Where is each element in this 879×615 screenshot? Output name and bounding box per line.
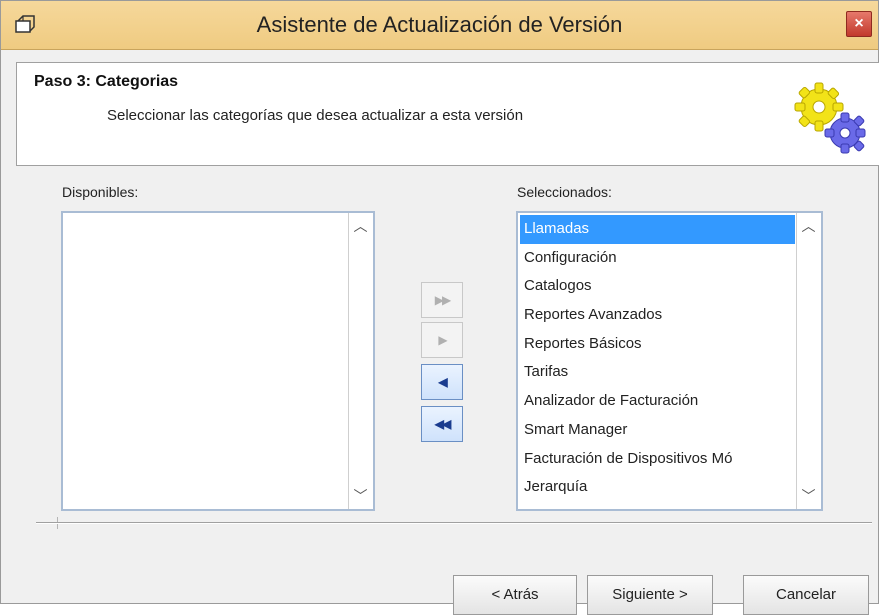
list-item[interactable]: Configuración xyxy=(520,244,795,273)
step-description: Seleccionar las categorías que desea act… xyxy=(107,107,524,124)
selected-listbox[interactable]: Llamadas Configuración Catalogos Reporte… xyxy=(516,211,823,511)
gears-icon xyxy=(794,82,866,154)
wizard-header: Paso 3: Categorias Seleccionar las categ… xyxy=(16,62,879,166)
selected-items: Llamadas Configuración Catalogos Reporte… xyxy=(520,215,795,502)
add-all-button[interactable]: ▶▶ xyxy=(421,282,463,318)
selected-label: Seleccionados: xyxy=(517,184,612,200)
scroll-down-icon[interactable]: ﹀ xyxy=(797,483,820,509)
available-scrollbar[interactable]: ︿ ﹀ xyxy=(348,213,373,509)
list-item[interactable]: Reportes Básicos xyxy=(520,330,795,359)
list-item[interactable]: Tarifas xyxy=(520,358,795,387)
close-button[interactable]: × xyxy=(846,11,872,37)
window-title: Asistente de Actualización de Versión xyxy=(256,12,623,37)
footer-separator xyxy=(36,522,872,524)
list-item[interactable]: Llamadas xyxy=(520,215,795,244)
list-item[interactable]: Smart Manager xyxy=(520,416,795,445)
remove-button[interactable]: ◀ xyxy=(421,364,463,400)
step-title: Paso 3: Categorias xyxy=(34,73,179,90)
back-button[interactable]: < Atrás xyxy=(453,575,577,615)
scroll-up-icon[interactable]: ︿ xyxy=(797,213,820,239)
cancel-button[interactable]: Cancelar xyxy=(743,575,869,615)
title-bar[interactable]: Asistente de Actualización de Versión × xyxy=(1,1,878,50)
list-item[interactable]: Jerarquía xyxy=(520,473,795,502)
wizard-window: Asistente de Actualización de Versión × … xyxy=(0,0,879,615)
available-listbox[interactable]: ︿ ﹀ xyxy=(61,211,375,511)
scroll-up-icon[interactable]: ︿ xyxy=(349,213,372,239)
next-button[interactable]: Siguiente > xyxy=(587,575,713,615)
available-label: Disponibles: xyxy=(62,184,139,200)
add-button[interactable]: ▶ xyxy=(421,322,463,358)
selected-scrollbar[interactable]: ︿ ﹀ xyxy=(796,213,821,509)
list-item[interactable]: Analizador de Facturación xyxy=(520,387,795,416)
scroll-down-icon[interactable]: ﹀ xyxy=(349,483,372,509)
remove-all-button[interactable]: ◀◀ xyxy=(421,406,463,442)
list-item[interactable]: Facturación de Dispositivos Mó xyxy=(520,445,795,474)
list-item[interactable]: Catalogos xyxy=(520,272,795,301)
list-item[interactable]: Reportes Avanzados xyxy=(520,301,795,330)
